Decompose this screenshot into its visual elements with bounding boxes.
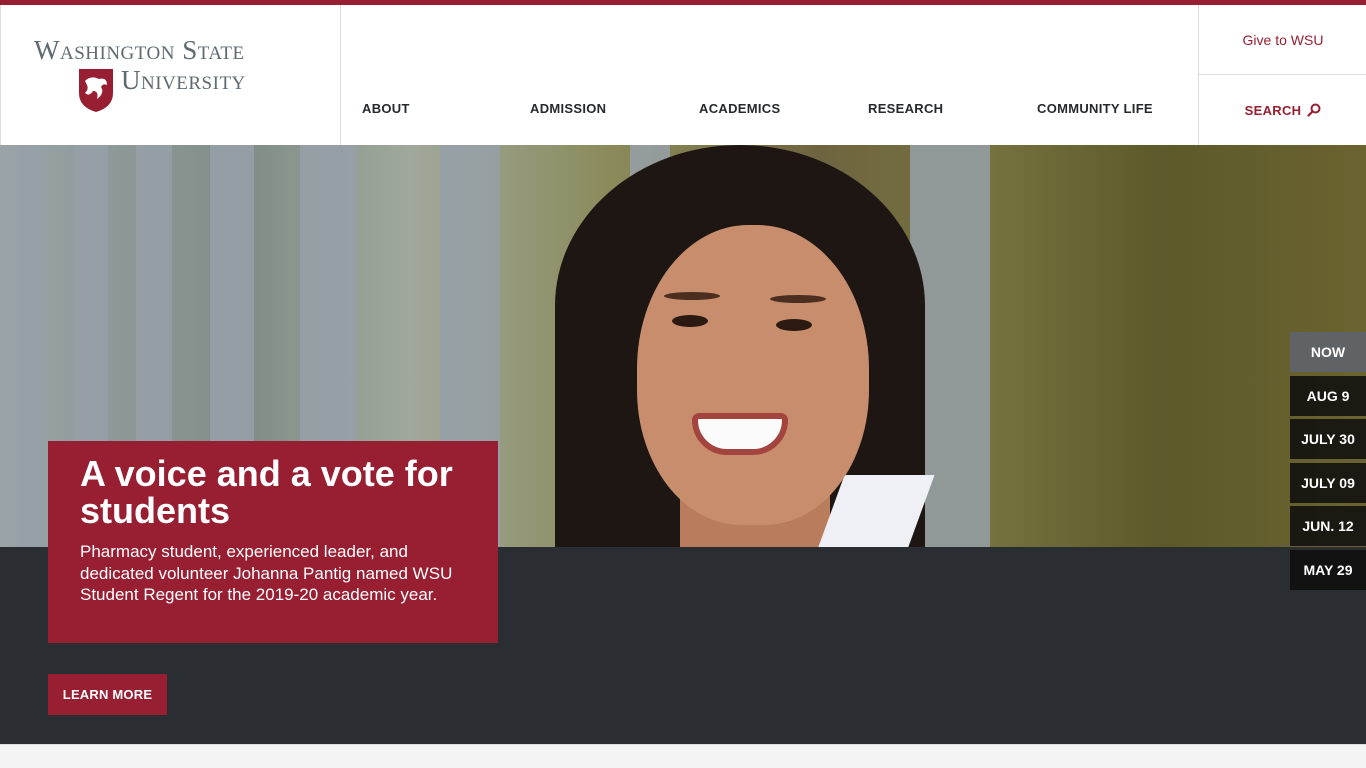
utility-column: Give to WSU SEARCH — [1198, 5, 1366, 145]
hero-caption-card: A voice and a vote for students Pharmacy… — [48, 441, 498, 643]
search-icon — [1307, 103, 1321, 117]
logo-wordmark-line2: University — [121, 65, 246, 95]
nav-item-admission[interactable]: ADMISSION — [530, 101, 606, 116]
site-header: Washington State University ABOUT ADMISS… — [0, 5, 1366, 145]
main-nav: ABOUT ADMISSION ACADEMICS RESEARCH COMMU… — [341, 5, 1198, 145]
hero-description: Pharmacy student, experienced leader, an… — [80, 542, 453, 604]
learn-more-button[interactable]: LEARN MORE — [48, 674, 167, 715]
search-button[interactable]: SEARCH — [1199, 75, 1366, 145]
portrait-face — [637, 225, 869, 525]
nav-item-about[interactable]: ABOUT — [362, 101, 410, 116]
give-to-wsu-link[interactable]: Give to WSU — [1199, 5, 1366, 75]
search-label: SEARCH — [1244, 102, 1302, 118]
timeline-item-may-29[interactable]: MAY 29 — [1290, 549, 1366, 590]
portrait-eye — [672, 315, 708, 327]
timeline-item-july-30[interactable]: JULY 30 — [1290, 419, 1366, 459]
timeline-item-jun-12[interactable]: JUN. 12 — [1290, 506, 1366, 546]
page-bottom-strip — [0, 744, 1366, 768]
give-label: Give to WSU — [1242, 31, 1324, 48]
portrait-brow — [770, 295, 826, 303]
timeline-item-aug-9[interactable]: AUG 9 — [1290, 375, 1366, 416]
timeline-item-july-09[interactable]: JULY 09 — [1290, 462, 1366, 503]
bg-pillar — [18, 145, 44, 547]
portrait-eye — [776, 319, 812, 331]
logo-wordmark-line1: Washington State — [34, 35, 245, 65]
cougar-shield-icon — [79, 69, 113, 112]
nav-item-community-life[interactable]: COMMUNITY LIFE — [1037, 101, 1153, 116]
portrait-brow — [664, 292, 720, 300]
timeline-nav: NOW AUG 9 JULY 30 JULY 09 JUN. 12 MAY 29 — [1290, 332, 1366, 593]
nav-item-research[interactable]: RESEARCH — [868, 101, 943, 116]
hero-title: A voice and a vote for students — [80, 453, 453, 531]
timeline-item-now[interactable]: NOW — [1290, 332, 1366, 372]
nav-item-academics[interactable]: ACADEMICS — [699, 101, 780, 116]
logo-link[interactable]: Washington State University — [0, 5, 341, 145]
